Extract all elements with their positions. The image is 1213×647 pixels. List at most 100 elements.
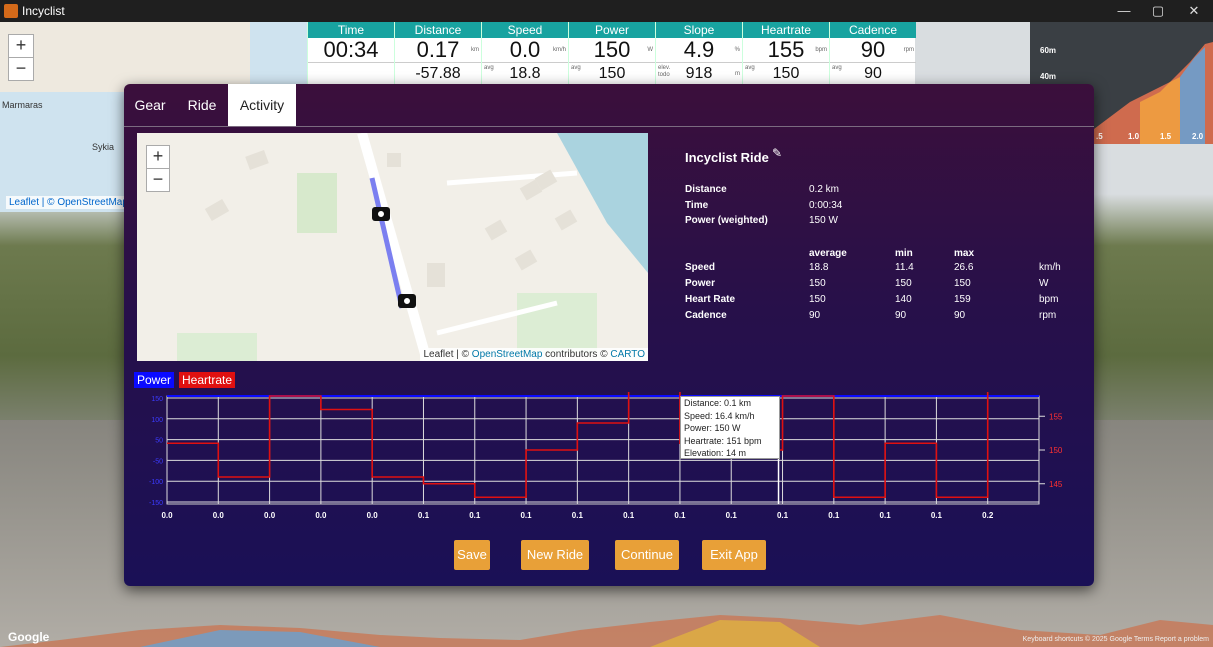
- save-button[interactable]: Save: [454, 540, 490, 570]
- y-left-tick-label: 50: [155, 438, 163, 445]
- activity-title: Incyclist Ride: [685, 150, 769, 165]
- y-right-tick-label: 155: [1049, 412, 1062, 421]
- activity-map[interactable]: + − Leaflet | © OpenStreetMap contributo…: [137, 133, 648, 361]
- x-tick-label: 0.1: [777, 511, 789, 520]
- hud-label: Power: [569, 22, 655, 38]
- legend-power[interactable]: Power: [134, 372, 175, 388]
- x-tick-label: 0.1: [931, 511, 943, 520]
- stats-max: 26.6: [954, 262, 974, 273]
- hud-label: Heartrate: [743, 22, 829, 38]
- hud-label: Time: [308, 22, 394, 38]
- hud-value-text: 90: [860, 37, 886, 62]
- stats-header-average: average: [809, 248, 847, 259]
- overview-zoom-out-button[interactable]: −: [8, 57, 34, 81]
- summary-value: 150 W: [809, 215, 838, 226]
- profile-x-label: 1.0: [1128, 132, 1140, 141]
- y-left-tick-label: -50: [153, 458, 163, 465]
- activity-map-graphic: [137, 133, 648, 361]
- x-tick-label: 0.1: [572, 511, 584, 520]
- hud-sub-value: [308, 62, 394, 85]
- stats-label: Power: [685, 278, 716, 289]
- hud-value-text: 0.0: [509, 37, 541, 62]
- tab-gear[interactable]: Gear: [124, 84, 176, 126]
- tooltip-line: Heartrate: 151 bpm: [684, 435, 762, 446]
- ride-dashboard: Time 00:34 Distance 0.17 km -57.88 Speed …: [307, 22, 916, 85]
- x-tick-label: 0.0: [367, 511, 379, 520]
- y-right-tick-label: 145: [1049, 480, 1062, 489]
- x-tick-label: 0.1: [418, 511, 430, 520]
- stats-label: Speed: [685, 262, 716, 273]
- summary-label: Time: [685, 200, 709, 211]
- x-tick-label: 0.1: [469, 511, 481, 520]
- profile-x-label: 1.5: [1160, 132, 1172, 141]
- hud-unit: km: [471, 47, 479, 53]
- hud-label: Cadence: [830, 22, 916, 38]
- hud-label: Speed: [482, 22, 568, 38]
- x-tick-label: 0.0: [315, 511, 327, 520]
- close-button[interactable]: ✕: [1180, 2, 1208, 20]
- hud-label: Distance: [395, 22, 481, 38]
- overview-map-attribution[interactable]: Leaflet | © OpenStreetMap: [6, 196, 131, 209]
- x-tick-label: 0.1: [880, 511, 892, 520]
- stats-min: 11.4: [895, 262, 914, 273]
- chart-frame: [166, 395, 1040, 505]
- continue-button[interactable]: Continue: [615, 540, 679, 570]
- attribution-prefix: Leaflet | ©: [423, 349, 472, 360]
- x-tick-label: 0.1: [674, 511, 686, 520]
- hud-value: 90 rpm: [830, 38, 916, 62]
- hud-sub-unit: m: [735, 71, 740, 77]
- hud-unit: rpm: [903, 47, 914, 53]
- new-ride-button[interactable]: New Ride: [521, 540, 589, 570]
- camera-marker-icon[interactable]: [372, 207, 390, 221]
- summary-value: 0:00:34: [809, 200, 843, 211]
- map-zoom-in-button[interactable]: +: [146, 145, 170, 169]
- map-label-sykia: Sykia: [92, 142, 115, 152]
- hud-sub-label: avg: [484, 65, 494, 71]
- x-tick-label: 0.1: [520, 511, 532, 520]
- hud-slope: Slope 4.9% elev. todo 918 m: [655, 22, 742, 84]
- hud-unit: bpm: [815, 47, 827, 53]
- profile-x-label: 2.0: [1192, 132, 1204, 141]
- activity-chart[interactable]: 150 100 50 -50 -100 -150 155 150 145 0.0 0.0 0.0 0.0…: [137, 392, 1062, 526]
- tooltip-line: Distance: 0.1 km: [684, 398, 752, 408]
- hud-value: 0.0 km/h: [482, 38, 568, 62]
- overview-zoom-in-button[interactable]: +: [8, 34, 34, 58]
- y-left-tick-label: 100: [151, 417, 163, 424]
- map-zoom-out-button[interactable]: −: [146, 168, 170, 192]
- edit-pencil-icon[interactable]: ✎: [772, 146, 782, 160]
- tab-activity[interactable]: Activity: [228, 84, 296, 126]
- stats-label: Heart Rate: [685, 294, 736, 305]
- y-left-tick-label: 150: [151, 396, 163, 403]
- x-tick-label: 0.0: [264, 511, 276, 520]
- stats-min: 90: [895, 310, 907, 321]
- tab-ride[interactable]: Ride: [176, 84, 228, 126]
- camera-marker-icon[interactable]: [398, 294, 416, 308]
- hud-sub-label: avg: [571, 65, 581, 71]
- hud-sub-value: 90: [864, 65, 882, 82]
- stats-average: 150: [809, 278, 826, 289]
- hud-sub-label: avg: [745, 65, 755, 71]
- stats-max: 90: [954, 310, 966, 321]
- activity-dialog: Gear Ride Activity + − Leaflet | © OpenS…: [124, 84, 1094, 586]
- summary-value: 0.2 km: [809, 184, 840, 195]
- map-attribution: Leaflet | © OpenStreetMap contributors ©…: [420, 348, 648, 361]
- stats-unit: bpm: [1039, 294, 1059, 305]
- hud-unit: W: [647, 47, 653, 53]
- legend-heartrate[interactable]: Heartrate: [179, 372, 236, 388]
- carto-link[interactable]: CARTO: [610, 349, 645, 360]
- maximize-button[interactable]: ▢: [1144, 2, 1172, 20]
- hud-sub: avg 150: [569, 62, 655, 85]
- osm-link[interactable]: OpenStreetMap: [472, 349, 543, 360]
- profile-y-label-60: 60m: [1040, 46, 1057, 55]
- stats-max: 159: [954, 294, 971, 305]
- stats-unit: km/h: [1039, 262, 1061, 273]
- summary-label: Power (weighted): [685, 215, 768, 226]
- exit-app-button[interactable]: Exit App: [702, 540, 766, 570]
- tab-bar: Gear Ride Activity: [124, 84, 1094, 127]
- hud-sub-value: 918: [685, 65, 713, 82]
- hud-sub-value: 150: [772, 65, 800, 82]
- minimize-button[interactable]: —: [1110, 2, 1138, 20]
- x-tick-label: 0.1: [726, 511, 738, 520]
- hud-distance: Distance 0.17 km -57.88: [394, 22, 481, 84]
- map-footer-links[interactable]: Keyboard shortcuts © 2025 Google Terms R…: [1023, 636, 1209, 643]
